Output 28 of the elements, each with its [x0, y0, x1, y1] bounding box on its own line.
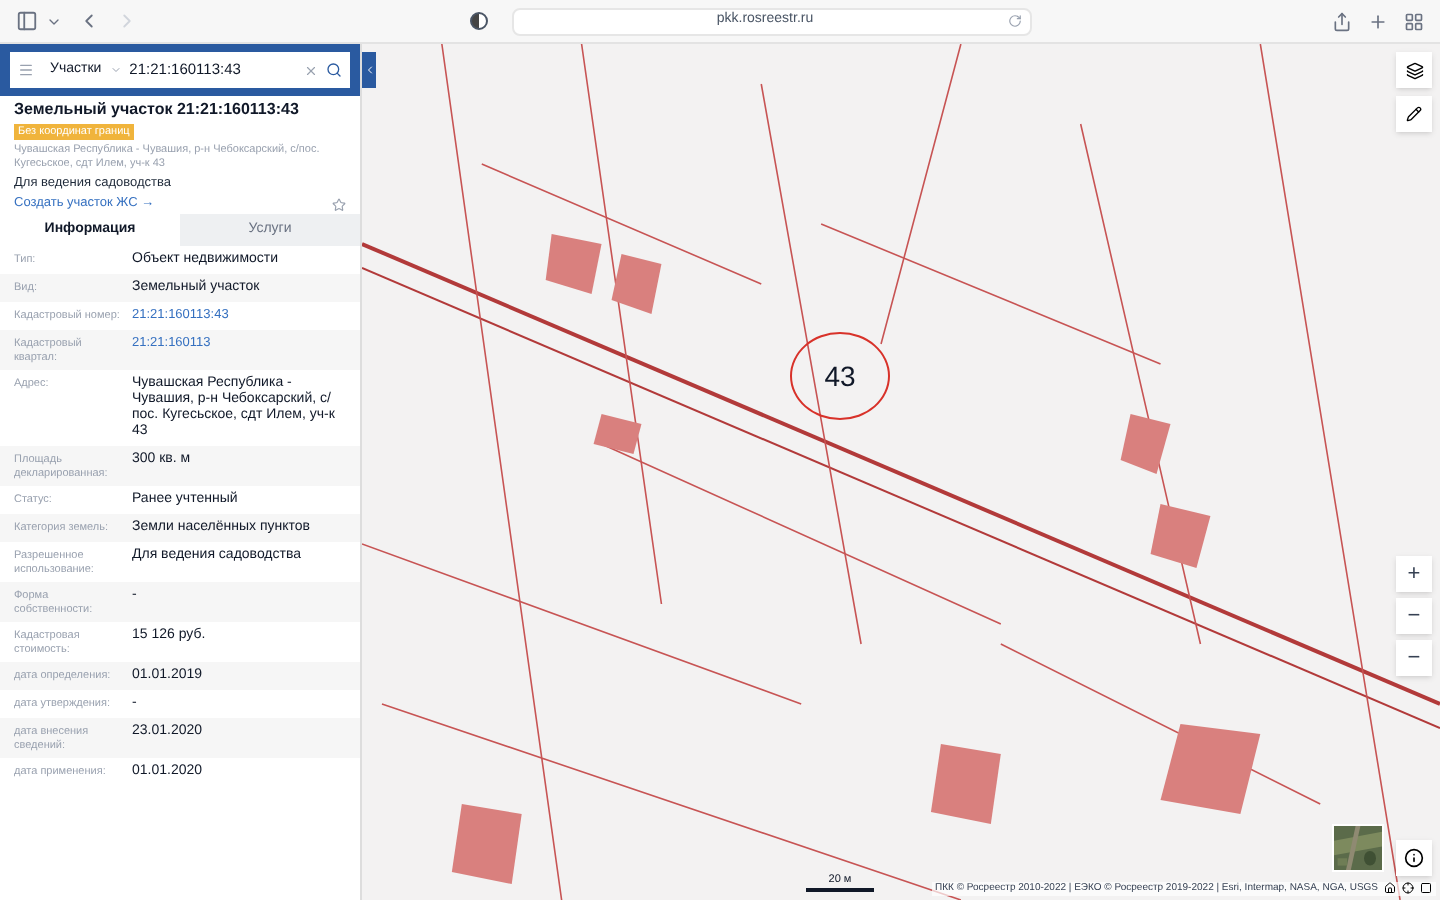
info-icon — [1404, 848, 1424, 868]
clear-icon[interactable] — [304, 63, 318, 77]
scale-bar — [806, 887, 874, 891]
share-icon[interactable] — [1332, 11, 1352, 31]
chevron-left-icon — [363, 64, 375, 76]
star-icon[interactable] — [332, 197, 346, 212]
pencil-icon — [1406, 106, 1422, 122]
reload-icon[interactable] — [1008, 14, 1022, 28]
draw-button[interactable] — [1396, 96, 1432, 132]
new-tab-icon[interactable] — [1368, 11, 1388, 31]
zoom-button[interactable]: − — [1396, 598, 1432, 634]
menu-icon[interactable] — [18, 62, 34, 78]
map-annotation: 43 — [790, 332, 890, 420]
info-button[interactable] — [1396, 840, 1432, 876]
collapse-panel-button[interactable] — [362, 52, 376, 88]
layers-button[interactable] — [1396, 52, 1432, 88]
parcel-title: Земельный участок 21:21:160113:43 — [14, 100, 301, 120]
home-icon[interactable] — [1384, 882, 1396, 895]
sidebar-icon[interactable] — [16, 10, 38, 32]
layers-icon — [1405, 61, 1423, 79]
search-icon[interactable] — [326, 62, 342, 78]
zoom-button[interactable]: − — [1396, 640, 1432, 676]
tabs-icon[interactable] — [1404, 11, 1424, 31]
locate-icon[interactable] — [1402, 882, 1414, 895]
fullscreen-icon[interactable] — [1420, 882, 1432, 895]
caret-icon — [109, 64, 122, 76]
contrast-icon[interactable] — [470, 12, 488, 30]
zoom-button[interactable]: + — [1396, 556, 1432, 592]
